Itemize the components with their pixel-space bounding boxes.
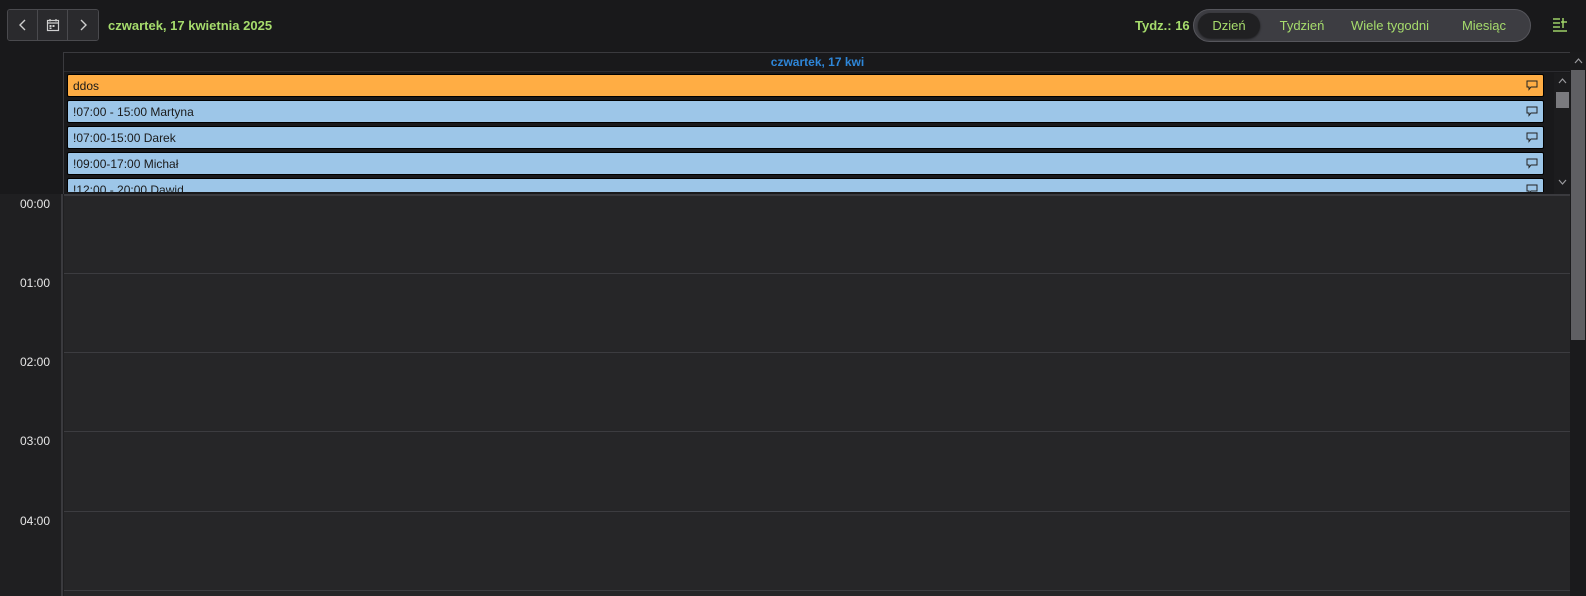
hour-label: 00:00	[20, 197, 51, 211]
event-title: ddos	[73, 79, 100, 93]
time-gutter: 00:00 01:00 02:00 03:00 04:00	[0, 194, 63, 596]
calendar-toolbar: czwartek, 17 kwietnia 2025 Tydz.: 16 Dzi…	[0, 0, 1586, 52]
event-title: !12:00 - 20:00 Dawid	[73, 183, 184, 192]
all-day-gutter	[0, 52, 63, 194]
hour-label: 02:00	[20, 355, 51, 369]
scroll-down-icon[interactable]	[1558, 179, 1567, 186]
week-number-label: Tydz.: 16	[1135, 18, 1190, 33]
hour-divider	[64, 431, 1570, 432]
scroll-up-icon[interactable]	[1574, 57, 1583, 64]
view-week-button[interactable]: Tydzień	[1266, 13, 1338, 38]
hour-divider	[64, 352, 1570, 353]
event-item[interactable]: !12:00 - 20:00 Dawid	[67, 178, 1544, 192]
hour-divider	[64, 273, 1570, 274]
view-month-button[interactable]: Miesiąc	[1444, 13, 1524, 38]
comment-icon	[1526, 184, 1538, 192]
event-item[interactable]: !07:00-15:00 Darek	[67, 126, 1544, 149]
day-time-grid[interactable]	[64, 194, 1570, 596]
date-picker-button[interactable]	[38, 10, 68, 40]
main-scrollbar[interactable]	[1570, 52, 1586, 596]
view-switcher: Dzień Tydzień Wiele tygodni Miesiąc	[1193, 9, 1531, 42]
event-title: !09:00-17:00 Michał	[73, 157, 179, 171]
all-day-section: czwartek, 17 kwi ddos !07:00 - 15:00 Mar…	[63, 52, 1571, 194]
all-day-scrollbar[interactable]	[1554, 73, 1571, 194]
event-item[interactable]: ddos	[67, 74, 1544, 97]
hour-label: 01:00	[20, 276, 51, 290]
calendar-icon	[46, 19, 59, 32]
chevron-right-icon	[80, 19, 87, 31]
hour-label: 03:00	[20, 434, 51, 448]
prev-day-button[interactable]	[8, 10, 38, 40]
comment-icon	[1526, 158, 1538, 169]
comment-icon	[1526, 132, 1538, 143]
day-column-header[interactable]: czwartek, 17 kwi	[64, 53, 1571, 72]
scroll-up-icon[interactable]	[1558, 77, 1567, 84]
date-navigation	[7, 9, 99, 41]
comment-icon	[1526, 106, 1538, 117]
event-item[interactable]: !09:00-17:00 Michał	[67, 152, 1544, 175]
current-date-label: czwartek, 17 kwietnia 2025	[108, 18, 273, 33]
view-settings-button[interactable]	[1551, 16, 1569, 34]
view-multiweek-button[interactable]: Wiele tygodni	[1340, 13, 1440, 38]
scrollbar-thumb[interactable]	[1571, 70, 1585, 340]
all-day-events-list: ddos !07:00 - 15:00 Martyna !07:00-15:00…	[67, 74, 1544, 192]
comment-icon	[1526, 80, 1538, 91]
hour-divider	[64, 590, 1570, 591]
event-title: !07:00 - 15:00 Martyna	[73, 105, 194, 119]
hour-divider	[64, 511, 1570, 512]
view-day-button[interactable]: Dzień	[1198, 13, 1260, 38]
scrollbar-thumb[interactable]	[1556, 92, 1569, 108]
event-title: !07:00-15:00 Darek	[73, 131, 176, 145]
view-settings-icon	[1553, 18, 1567, 32]
chevron-left-icon	[18, 19, 25, 31]
event-item[interactable]: !07:00 - 15:00 Martyna	[67, 100, 1544, 123]
hour-label: 04:00	[20, 514, 51, 528]
next-day-button[interactable]	[68, 10, 98, 40]
